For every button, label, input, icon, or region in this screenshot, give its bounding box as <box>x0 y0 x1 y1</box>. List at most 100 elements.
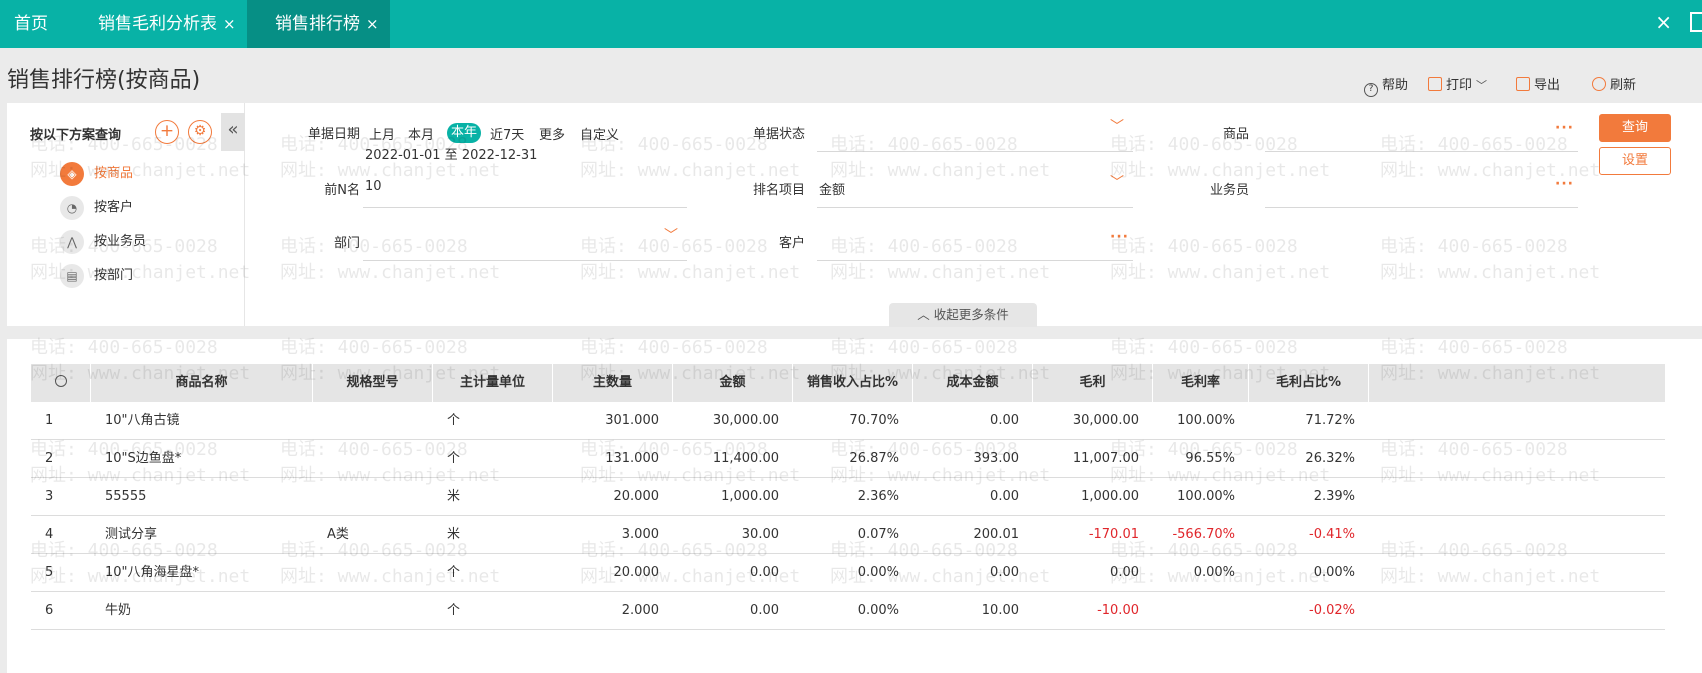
table-cell: 30,000.00 <box>1072 413 1139 428</box>
table-cell <box>313 402 433 440</box>
table-cell: 5 <box>45 565 54 580</box>
chevron-down-icon[interactable]: ﹀ <box>1476 79 1487 92</box>
table-cell: 1,000.00 <box>1081 489 1139 504</box>
table-row[interactable]: 6 牛奶 个 2.000 0.00 0.00% 10.00 -10.00 -0.02% <box>31 592 1665 630</box>
table-cell: 0.00 <box>750 603 779 618</box>
clock-icon: ◔ <box>60 196 84 220</box>
scheme-item-product[interactable]: ◈ 按商品 <box>60 161 133 187</box>
table-row[interactable]: 2 10"S边鱼盘* 个 131.000 11,400.00 26.87% 393.00 11… <box>31 440 1665 478</box>
status-select[interactable] <box>819 123 1119 143</box>
rank-label: 排名项目 <box>752 183 805 198</box>
table-cell: -10.00 <box>1097 603 1139 618</box>
period-last-month[interactable]: 上月 <box>369 124 395 143</box>
collapse-sidebar-button[interactable]: « <box>221 113 245 151</box>
more-dots-icon[interactable]: ··· <box>1110 229 1129 245</box>
status-underline <box>817 151 1133 152</box>
table-cell: 10"八角古镜 <box>105 413 180 428</box>
column-header: 毛利 <box>1033 364 1153 402</box>
help-icon: ? <box>1364 83 1378 97</box>
tab-sales-ranking[interactable]: 销售排行榜 × <box>247 0 390 48</box>
table-cell <box>1153 592 1249 630</box>
tab-home[interactable]: 首页 <box>14 0 48 48</box>
print-button[interactable]: 打印 ﹀ <box>1428 74 1487 93</box>
scheme-item-salesman[interactable]: ⋀ 按业务员 <box>60 229 146 255</box>
product-input[interactable] <box>1267 123 1537 143</box>
column-settings-gear-icon[interactable] <box>31 364 91 402</box>
table-cell: 1,000.00 <box>721 489 779 504</box>
more-dots-icon[interactable]: ··· <box>1555 176 1574 192</box>
maximize-icon[interactable] <box>1690 12 1702 32</box>
table-cell: 0.00 <box>990 489 1019 504</box>
table-cell: 0.00% <box>857 603 899 618</box>
department-select[interactable] <box>365 232 665 252</box>
table-cell: 2.36% <box>857 489 899 504</box>
gear-icon[interactable]: ⚙ <box>188 120 212 144</box>
query-panel: 按以下方案查询 + ⚙ « ◈ 按商品 ◔ 按客户 ⋀ 按业务员 ▤ 按部门 单据日期 … <box>7 103 1702 326</box>
table-row[interactable]: 1 10"八角古镜 个 301.000 30,000.00 70.70% 0.00 30,00… <box>31 402 1665 440</box>
table-cell: 393.00 <box>973 451 1020 466</box>
close-all-tabs-icon[interactable]: × <box>1655 0 1672 44</box>
period-last-7-days[interactable]: 近7天 <box>490 124 524 143</box>
toggle-more-conditions[interactable]: ︿ 收起更多条件 <box>889 303 1037 327</box>
table-cell: 0.00% <box>1313 565 1355 580</box>
refresh-icon <box>1592 77 1606 91</box>
refresh-button[interactable]: 刷新 <box>1592 74 1636 93</box>
chevron-down-icon[interactable]: ﹀ <box>1110 116 1124 136</box>
scheme-item-customer[interactable]: ◔ 按客户 <box>60 195 133 221</box>
period-this-year[interactable]: 本年 <box>447 123 482 143</box>
tab-sales-ranking-label: 销售排行榜 <box>275 14 360 34</box>
table-cell: 30.00 <box>741 527 779 542</box>
topn-input[interactable]: 10 <box>365 179 665 194</box>
more-dots-icon[interactable]: ··· <box>1555 120 1574 136</box>
export-label: 导出 <box>1534 78 1561 93</box>
topn-underline <box>363 207 687 208</box>
table-cell: 301.000 <box>605 413 659 428</box>
product-label: 商品 <box>1222 127 1249 142</box>
table-cell: 200.01 <box>973 527 1020 542</box>
scheme-item-label: 按业务员 <box>94 234 147 249</box>
close-icon[interactable]: × <box>366 15 379 33</box>
query-button[interactable]: 查询 <box>1599 114 1671 142</box>
rank-select[interactable]: 金额 <box>819 179 1099 198</box>
salesman-input[interactable] <box>1267 179 1537 199</box>
table-cell: 100.00% <box>1177 489 1235 504</box>
customer-input[interactable] <box>819 232 1099 252</box>
table-cell: 0.00 <box>990 565 1019 580</box>
chevron-down-icon[interactable]: ﹀ <box>664 225 678 245</box>
settings-button[interactable]: 设置 <box>1599 147 1671 175</box>
period-this-month[interactable]: 本月 <box>408 124 434 143</box>
box-icon: ◈ <box>60 162 84 186</box>
tab-sales-margin[interactable]: 销售毛利分析表 × <box>98 0 236 48</box>
table-cell: A类 <box>327 527 349 542</box>
period-more[interactable]: 更多 <box>539 124 565 143</box>
table-cell: 3.000 <box>621 527 659 542</box>
chevron-down-icon[interactable]: ﹀ <box>1110 172 1124 192</box>
table-cell: 0.00% <box>857 565 899 580</box>
table-row[interactable]: 4 测试分享 A类 米 3.000 30.00 0.07% 200.01 -170.01 -566… <box>31 516 1665 554</box>
scheme-item-department[interactable]: ▤ 按部门 <box>60 263 133 289</box>
table-cell: 131.000 <box>605 451 659 466</box>
table-cell: 30,000.00 <box>712 413 779 428</box>
table-cell: 10.00 <box>981 603 1019 618</box>
table-cell <box>313 554 433 592</box>
table-row[interactable]: 3 55555 米 20.000 1,000.00 2.36% 0.00 1,000.00 10… <box>31 478 1665 516</box>
export-button[interactable]: 导出 <box>1516 74 1560 93</box>
gear-icon[interactable] <box>54 375 67 387</box>
column-header: 金额 <box>673 364 793 402</box>
period-custom[interactable]: 自定义 <box>580 124 619 143</box>
scheme-item-label: 按商品 <box>94 166 134 181</box>
printer-icon <box>1428 77 1442 91</box>
table-cell: 20.000 <box>613 489 660 504</box>
add-scheme-button[interactable]: + <box>155 120 179 144</box>
table-cell: 71.72% <box>1305 413 1355 428</box>
scheme-item-label: 按部门 <box>94 268 134 283</box>
tab-home-label: 首页 <box>14 14 48 34</box>
table-cell: 米 <box>447 489 461 504</box>
date-label: 单据日期 <box>307 127 360 142</box>
table-row[interactable]: 5 10"八角海星盘* 个 20.000 0.00 0.00% 0.00 0.00 0.00% 0… <box>31 554 1665 592</box>
close-icon[interactable]: × <box>223 15 236 33</box>
help-button[interactable]: ? 帮助 <box>1364 74 1408 97</box>
table-cell <box>313 440 433 478</box>
table-cell: 11,400.00 <box>712 451 779 466</box>
table-cell: -0.02% <box>1309 603 1355 618</box>
